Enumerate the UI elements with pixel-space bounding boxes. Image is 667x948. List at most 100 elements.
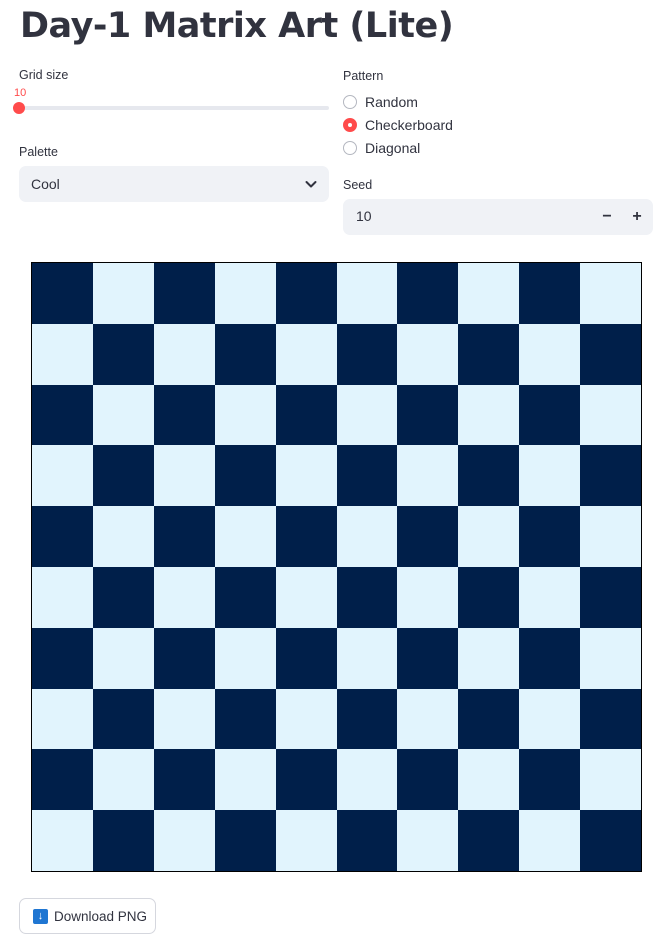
- radio-button[interactable]: [343, 95, 357, 109]
- board-cell-light: [519, 688, 581, 750]
- board-cell-light: [580, 263, 641, 324]
- board-cell-light: [397, 810, 459, 871]
- board-cell-light: [580, 506, 641, 567]
- board-cell-dark: [519, 749, 581, 811]
- board-cell-dark: [580, 323, 641, 385]
- board-cell-dark: [275, 506, 337, 567]
- download-icon: ↓: [33, 908, 48, 924]
- board-cell-light: [458, 263, 520, 324]
- board-cell-dark: [153, 749, 215, 811]
- board-cell-light: [458, 506, 520, 567]
- board-cell-light: [336, 749, 398, 811]
- grid-size-slider-thumb[interactable]: [13, 102, 25, 114]
- board-cell-light: [32, 688, 93, 750]
- page-title: Day-1 Matrix Art (Lite): [20, 6, 454, 46]
- pattern-option-random[interactable]: Random: [343, 94, 418, 110]
- board-cell-dark: [458, 566, 520, 628]
- palette-select[interactable]: Cool: [19, 166, 329, 202]
- seed-value[interactable]: 10: [356, 208, 372, 224]
- download-png-button[interactable]: ↓ Download PNG: [19, 898, 156, 934]
- board-cell-light: [275, 323, 337, 385]
- board-cell-light: [458, 627, 520, 689]
- board-cell-dark: [519, 506, 581, 567]
- board-cell-dark: [458, 445, 520, 507]
- board-cell-light: [275, 445, 337, 507]
- board-cell-light: [336, 627, 398, 689]
- grid-size-slider-track[interactable]: [19, 106, 329, 110]
- board-cell-dark: [214, 688, 276, 750]
- seed-decrement-button[interactable]: −: [593, 199, 621, 235]
- board-cell-light: [397, 688, 459, 750]
- board-cell-light: [214, 627, 276, 689]
- board-cell-light: [214, 263, 276, 324]
- board-cell-dark: [336, 810, 398, 871]
- board-cell-dark: [32, 749, 93, 811]
- board-cell-light: [519, 566, 581, 628]
- board-cell-dark: [458, 688, 520, 750]
- board-cell-dark: [397, 384, 459, 446]
- board-cell-light: [397, 323, 459, 385]
- board-cell-light: [92, 263, 154, 324]
- board-cell-light: [397, 566, 459, 628]
- board-cell-dark: [275, 627, 337, 689]
- seed-increment-button[interactable]: +: [623, 199, 651, 235]
- board-cell-dark: [580, 688, 641, 750]
- board-cell-dark: [336, 566, 398, 628]
- board-cell-light: [32, 810, 93, 871]
- board-cell-light: [275, 810, 337, 871]
- board-cell-light: [153, 445, 215, 507]
- board-cell-dark: [397, 263, 459, 324]
- board-cell-light: [519, 445, 581, 507]
- board-cell-light: [458, 749, 520, 811]
- board-cell-dark: [92, 445, 154, 507]
- board-cell-dark: [580, 566, 641, 628]
- chevron-down-icon: [305, 181, 317, 188]
- board-cell-dark: [397, 749, 459, 811]
- board-cell-dark: [519, 384, 581, 446]
- board-cell-dark: [275, 263, 337, 324]
- board-cell-dark: [397, 506, 459, 567]
- board-cell-light: [580, 627, 641, 689]
- board-cell-light: [275, 688, 337, 750]
- board-cell-light: [92, 506, 154, 567]
- board-cell-dark: [214, 445, 276, 507]
- board-cell-light: [275, 566, 337, 628]
- board-cell-dark: [580, 445, 641, 507]
- radio-button[interactable]: [343, 141, 357, 155]
- board-cell-light: [519, 323, 581, 385]
- pattern-label: Pattern: [343, 69, 384, 83]
- board-cell-dark: [275, 749, 337, 811]
- board-cell-light: [580, 749, 641, 811]
- seed-label: Seed: [343, 178, 373, 192]
- board-cell-dark: [32, 506, 93, 567]
- seed-input[interactable]: 10 − +: [343, 199, 653, 235]
- board-cell-dark: [336, 323, 398, 385]
- board-cell-dark: [214, 323, 276, 385]
- board-cell-light: [214, 506, 276, 567]
- board-cell-dark: [153, 384, 215, 446]
- pattern-option-checkerboard[interactable]: Checkerboard: [343, 117, 453, 133]
- board-cell-light: [214, 749, 276, 811]
- board-cell-dark: [32, 627, 93, 689]
- board-cell-light: [153, 323, 215, 385]
- radio-label: Random: [365, 94, 418, 110]
- download-label: Download PNG: [54, 908, 148, 924]
- board-cell-dark: [519, 263, 581, 324]
- board-cell-dark: [458, 810, 520, 871]
- board-cell-light: [397, 445, 459, 507]
- board-cell-dark: [519, 627, 581, 689]
- board-cell-light: [32, 566, 93, 628]
- board-cell-light: [92, 749, 154, 811]
- board-cell-dark: [580, 810, 641, 871]
- board-cell-dark: [32, 263, 93, 324]
- pattern-option-diagonal[interactable]: Diagonal: [343, 140, 420, 156]
- grid-size-label: Grid size: [19, 68, 69, 82]
- radio-button-selected[interactable]: [343, 118, 357, 132]
- board-cell-dark: [214, 810, 276, 871]
- board-cell-dark: [153, 627, 215, 689]
- board-cell-light: [458, 384, 520, 446]
- board-cell-light: [32, 445, 93, 507]
- board-cell-light: [153, 566, 215, 628]
- matrix-art-board: [31, 262, 642, 872]
- board-cell-dark: [92, 566, 154, 628]
